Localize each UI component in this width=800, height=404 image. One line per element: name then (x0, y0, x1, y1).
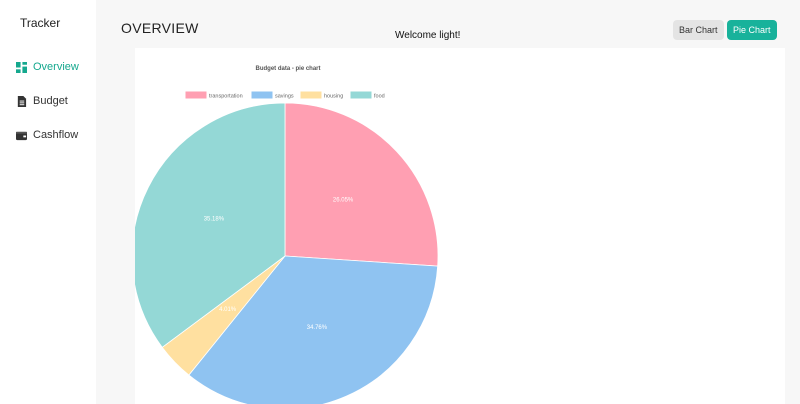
brand-name: Tracker (20, 16, 61, 30)
legend-label-transportation[interactable]: transportation (209, 94, 243, 100)
welcome-message: Welcome light! (395, 30, 461, 41)
sidebar-item-label: Overview (33, 61, 79, 73)
dashboard-icon (16, 61, 27, 73)
sidebar-item-label: Cashflow (33, 129, 79, 141)
slice-label-housing: 4.01% (219, 307, 237, 313)
chart-card: Budget data - pie chart transportation sa… (135, 48, 785, 404)
bar-chart-button[interactable]: Bar Chart (673, 20, 724, 40)
page-title: OVERVIEW (121, 20, 199, 36)
pie-chart-button[interactable]: Pie Chart (727, 20, 777, 40)
legend-label-savings[interactable]: savings (275, 94, 294, 100)
chart-legend: transportation savings housing food (185, 91, 385, 100)
main-content: OVERVIEW Welcome light! Bar Chart Pie Ch… (96, 0, 800, 404)
chart-title: Budget data - pie chart (255, 66, 320, 72)
pie-slice-transportation[interactable] (284, 102, 439, 267)
sidebar-item-cashflow[interactable]: Cashflow (16, 129, 78, 141)
legend-swatch-housing[interactable] (300, 91, 322, 99)
legend-swatch-food[interactable] (350, 91, 372, 99)
app-window: Tracker Overview Budget Cashflow OVERVIE… (0, 0, 800, 404)
slice-label-food: 35.18% (204, 216, 225, 222)
slice-label-transportation: 26.05% (333, 198, 354, 204)
sidebar-item-label: Budget (33, 95, 68, 107)
slice-label-savings: 34.76% (307, 325, 328, 331)
legend-swatch-transportation[interactable] (185, 91, 207, 99)
legend-swatch-savings[interactable] (251, 91, 273, 99)
wallet-icon (16, 131, 27, 140)
document-icon (17, 95, 27, 107)
sidebar-item-budget[interactable]: Budget (16, 95, 68, 107)
sidebar-item-overview[interactable]: Overview (16, 61, 79, 73)
legend-label-housing[interactable]: housing (324, 94, 343, 100)
pie-slices (135, 102, 439, 404)
pie-chart: Budget data - pie chart transportation sa… (135, 66, 439, 404)
sidebar: Tracker Overview Budget Cashflow (0, 0, 96, 404)
legend-label-food[interactable]: food (374, 94, 385, 100)
